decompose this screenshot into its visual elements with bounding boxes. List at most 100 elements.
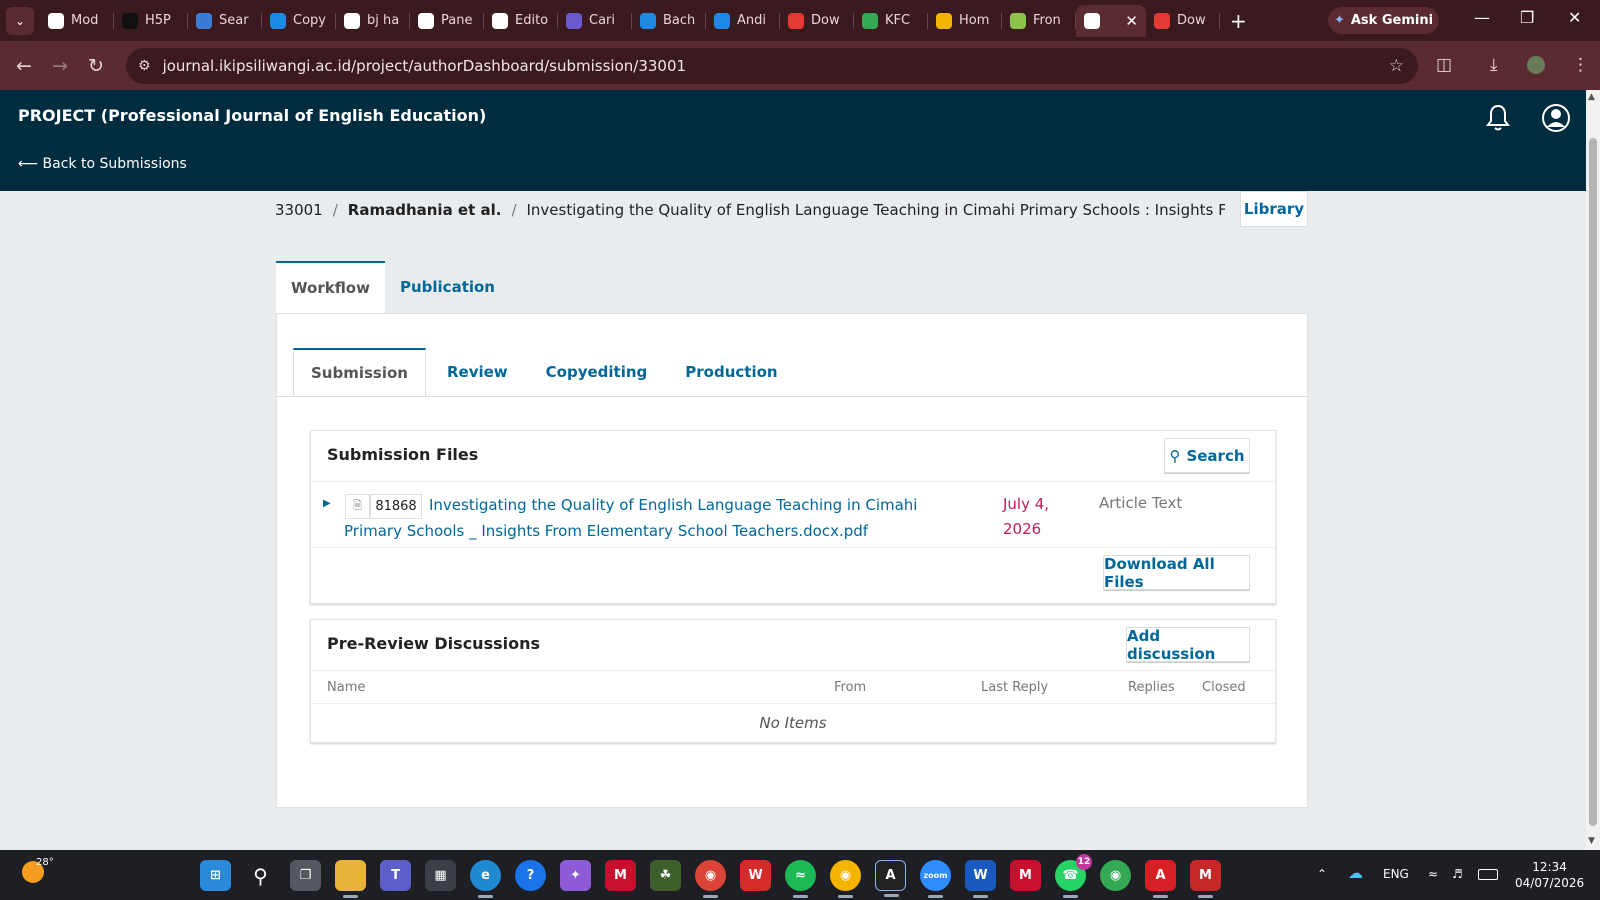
user-account-icon[interactable] (1541, 103, 1571, 133)
scrollbar-thumb[interactable] (1589, 138, 1597, 826)
wps-icon[interactable]: W (740, 860, 771, 891)
browser-tab[interactable]: Dow (780, 5, 854, 37)
minimize-icon[interactable]: — (1474, 8, 1490, 27)
teams-icon[interactable]: T (380, 860, 411, 891)
scroll-up-icon[interactable]: ▲ (1588, 92, 1595, 102)
zoom-icon[interactable]: zoom (920, 860, 951, 898)
slides-icon (936, 12, 952, 29)
browser-tab[interactable]: KFC (854, 5, 928, 37)
browser-tab[interactable]: Mod (40, 5, 114, 37)
scroll-down-icon[interactable]: ▼ (1588, 836, 1595, 846)
profile-avatar[interactable] (1527, 56, 1545, 74)
onedrive-icon[interactable]: ☁ (1348, 864, 1363, 882)
spotify-icon[interactable]: ≈ (785, 860, 816, 898)
file-explorer-icon[interactable] (335, 860, 366, 898)
tab-submission[interactable]: Submission (293, 348, 426, 396)
game-icon[interactable]: ☘ (650, 860, 681, 891)
browser-tab[interactable]: Sear (188, 5, 262, 37)
bookmark-star-icon[interactable]: ☆ (1389, 56, 1404, 76)
mcafee-2-icon[interactable]: M (1010, 860, 1041, 891)
search-files-button[interactable]: ⚲ Search (1164, 438, 1250, 473)
tab-production[interactable]: Production (668, 348, 794, 396)
column-name: Name (327, 680, 366, 695)
show-hidden-icons[interactable]: ⌃ (1317, 867, 1327, 881)
ask-gemini-label: Ask Gemini (1350, 13, 1434, 28)
url-text[interactable]: journal.ikipsiliwangi.ac.id/project/auth… (163, 57, 686, 75)
back-icon[interactable]: ← (6, 55, 42, 77)
tab-workflow[interactable]: Workflow (276, 261, 385, 313)
extensions-icon[interactable]: ◫ (1436, 55, 1452, 75)
file-name-link[interactable]: Investigating the Quality of English Lan… (344, 492, 944, 544)
photo-editor-icon[interactable]: A (875, 860, 906, 897)
browser-tab-label: Cari (589, 13, 615, 28)
help-icon[interactable]: ? (515, 860, 546, 891)
tab-copyediting[interactable]: Copyediting (529, 348, 665, 396)
tab-search-dropdown-icon[interactable]: ⌄ (6, 6, 34, 35)
battery-icon[interactable] (1478, 869, 1498, 880)
browser-tab[interactable]: PKP✕ (1076, 4, 1146, 37)
mcafee-icon[interactable]: M (605, 860, 636, 891)
menu-kebab-icon[interactable]: ⋮ (1572, 55, 1589, 75)
notifications-bell-icon[interactable] (1486, 104, 1510, 132)
downloads-icon[interactable]: ⤓ (1490, 55, 1498, 75)
copilot-icon[interactable]: ✦ (560, 860, 591, 891)
download-all-files-button[interactable]: Download All Files (1103, 555, 1250, 591)
breadcrumb: 33001/Ramadhania et al. / Investigating th… (275, 201, 1225, 219)
submission-id: 33001 (275, 201, 323, 219)
search-icon: ⚲ (1169, 446, 1181, 465)
tab-publication[interactable]: Publication (385, 261, 510, 313)
acrobat-icon[interactable]: A (1145, 860, 1176, 898)
browser-tab[interactable]: Bach (632, 5, 706, 37)
store-icon[interactable]: ▦ (425, 860, 456, 891)
chrome-icon[interactable]: ◉ (695, 860, 726, 898)
browser-tab[interactable]: H5P (114, 5, 188, 37)
whatsapp-icon[interactable]: ☎ 12 (1055, 854, 1092, 898)
browser-tab[interactable]: Fron (1002, 5, 1076, 37)
browser-tab[interactable]: Copy (262, 5, 336, 37)
browser-tab[interactable]: Andi (706, 5, 780, 37)
browser-tab[interactable]: Hom (928, 5, 1002, 37)
ask-gemini-button[interactable]: ✦ Ask Gemini (1328, 7, 1439, 34)
add-discussion-button[interactable]: Add discussion (1126, 627, 1250, 663)
language-indicator[interactable]: ENG (1383, 867, 1409, 881)
library-button[interactable]: Library (1240, 191, 1308, 227)
w-icon (714, 12, 730, 29)
address-bar[interactable]: ⚙ journal.ikipsiliwangi.ac.id/project/au… (126, 48, 1418, 84)
search-icon[interactable]: ⚲ (245, 860, 276, 891)
site-header: PROJECT (Professional Journal of English… (0, 90, 1586, 191)
chrome-profile-icon[interactable]: ◉ (830, 860, 861, 898)
browser-tab[interactable]: bj ha (336, 5, 410, 37)
windows-taskbar: 28° ⊞ ⚲ ❐ T ▦ e ? ✦ M ☘ ◉ W ≈ ◉ A zoom W… (0, 850, 1600, 900)
browser-tab[interactable]: Dow (1146, 5, 1220, 37)
discussions-table-header: Name From Last Reply Replies Closed (311, 670, 1275, 704)
site-info-icon[interactable]: ⚙ (138, 58, 151, 74)
new-tab-button[interactable]: + (1230, 9, 1247, 33)
browser-tab[interactable]: Cari (558, 5, 632, 37)
close-window-icon[interactable]: ✕ (1568, 8, 1581, 27)
expand-caret-icon[interactable]: ▶ (323, 498, 331, 509)
restore-icon[interactable]: ❐ (1520, 8, 1534, 27)
page-scrollbar[interactable]: ▲ ▼ (1586, 90, 1600, 850)
edge-icon[interactable]: e (470, 860, 501, 898)
mendeley-icon[interactable]: M (1190, 860, 1221, 898)
close-tab-icon[interactable]: ✕ (1125, 12, 1138, 30)
browser-tab[interactable]: Edito (484, 5, 558, 37)
reload-icon[interactable]: ↻ (78, 55, 114, 77)
journal-title[interactable]: PROJECT (Professional Journal of English… (18, 106, 486, 125)
clock-date: 04/07/2026 (1515, 876, 1585, 890)
back-to-submissions-link[interactable]: ⟵ Back to Submissions (18, 156, 187, 172)
browser-tab[interactable]: Pane (410, 5, 484, 37)
browser-tab-label: bj ha (367, 13, 400, 28)
browser-toolbar: ← → ↻ ⚙ journal.ikipsiliwangi.ac.id/proj… (0, 41, 1600, 90)
word-icon[interactable]: W (965, 860, 996, 898)
volume-icon[interactable]: ♬ (1452, 867, 1463, 881)
forward-icon[interactable]: → (42, 55, 78, 77)
task-view-icon[interactable]: ❐ (290, 860, 321, 891)
weather-temperature[interactable]: 28° (36, 857, 54, 868)
chrome-2-icon[interactable]: ◉ (1100, 860, 1131, 891)
wifi-icon[interactable]: ≈ (1428, 867, 1438, 881)
start-icon[interactable]: ⊞ (200, 860, 231, 891)
clock[interactable]: 12:34 04/07/2026 (1515, 859, 1584, 891)
tab-review[interactable]: Review (430, 348, 525, 396)
whatsapp-badge: 12 (1076, 854, 1092, 870)
